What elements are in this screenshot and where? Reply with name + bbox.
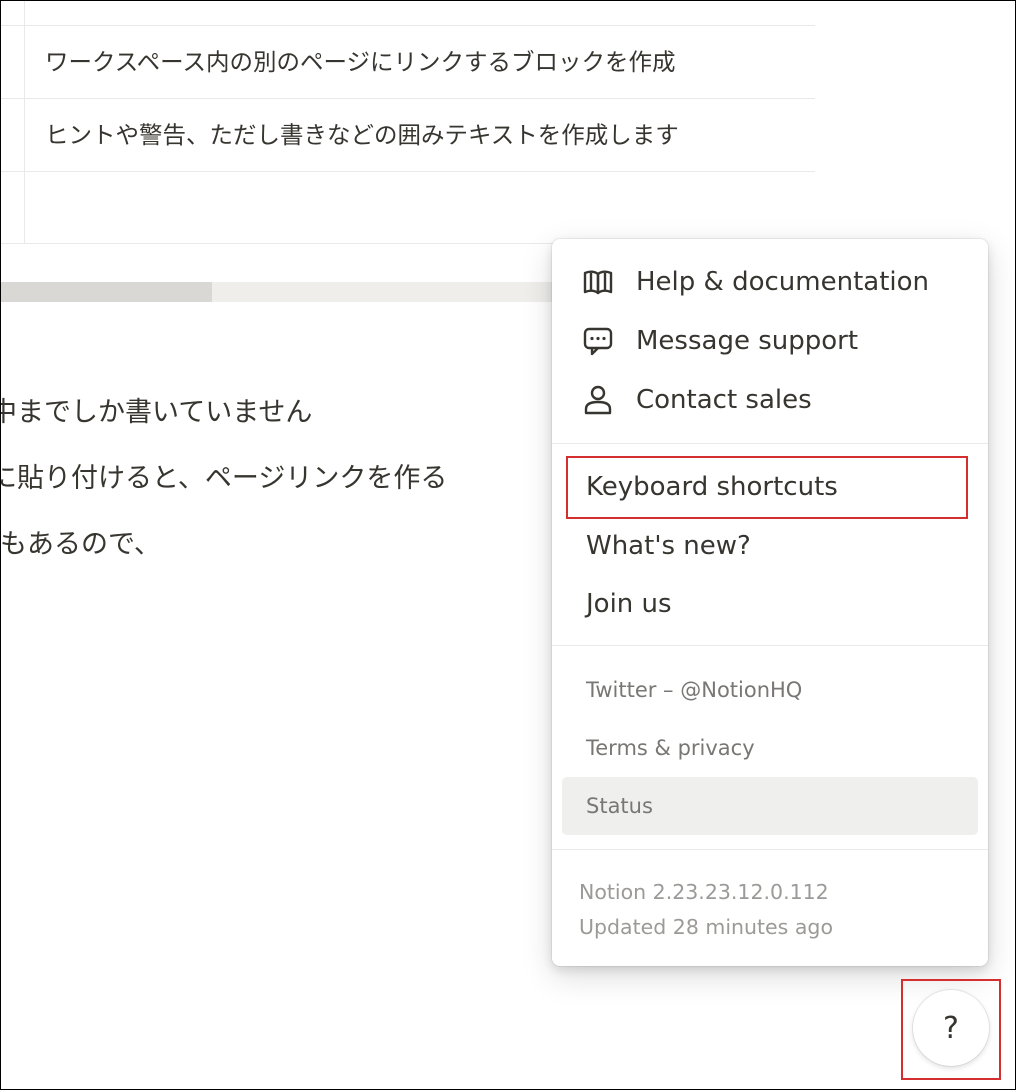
menu-item-terms-privacy[interactable]: Terms & privacy	[562, 720, 978, 776]
horizontal-scrollbar[interactable]	[0, 282, 560, 302]
version-number: Notion 2.23.23.12.0.112	[579, 880, 829, 904]
menu-divider	[552, 443, 988, 444]
scrollbar-thumb[interactable]	[0, 282, 212, 302]
person-icon	[580, 382, 616, 418]
page-body-text: 中までしか書いていません に貼り付けると、ページリンクを作る もあるので、	[0, 370, 552, 590]
book-icon	[580, 264, 616, 300]
menu-item-twitter[interactable]: Twitter – @NotionHQ	[562, 662, 978, 718]
help-button[interactable]: ?	[913, 990, 989, 1066]
table-block: ワークスペース内の別のページにリンクするブロックを作成 ヒントや警告、ただし書き…	[0, 0, 815, 244]
table-cell[interactable]: ワークスペース内の別のページにリンクするブロックを作成	[45, 26, 676, 98]
menu-item-label: Twitter – @NotionHQ	[586, 678, 803, 702]
table-row[interactable]: ワークスペース内の別のページにリンクするブロックを作成	[0, 26, 815, 99]
menu-item-label: Message support	[636, 326, 859, 356]
cell-fade	[765, 26, 815, 98]
cell-fade	[765, 99, 815, 171]
paragraph[interactable]: もあるので、	[0, 522, 161, 561]
menu-item-status[interactable]: Status	[562, 777, 978, 835]
help-menu: Help & documentation Message support Con…	[552, 239, 988, 966]
menu-item-help-documentation[interactable]: Help & documentation	[562, 254, 978, 310]
paragraph[interactable]: 中までしか書いていません	[0, 390, 312, 429]
chat-bubble-icon	[580, 323, 616, 359]
menu-item-whats-new[interactable]: What's new?	[562, 518, 978, 574]
paragraph[interactable]: に貼り付けると、ページリンクを作る	[0, 456, 447, 495]
menu-item-label: Help & documentation	[636, 267, 929, 297]
table-row[interactable]: ヒントや警告、ただし書きなどの囲みテキストを作成します	[0, 99, 815, 172]
menu-item-label: Status	[586, 794, 653, 818]
menu-item-message-support[interactable]: Message support	[562, 313, 978, 369]
menu-item-label: Terms & privacy	[586, 736, 755, 760]
table-row	[0, 0, 815, 26]
table-cell[interactable]: ヒントや警告、ただし書きなどの囲みテキストを作成します	[45, 99, 679, 171]
menu-item-label: Contact sales	[636, 385, 812, 415]
menu-divider	[552, 849, 988, 850]
version-info: Notion 2.23.23.12.0.112 Updated 28 minut…	[579, 875, 833, 945]
question-mark-icon: ?	[943, 1010, 959, 1046]
last-updated: Updated 28 minutes ago	[579, 915, 833, 939]
menu-divider	[552, 645, 988, 646]
menu-item-label: Keyboard shortcuts	[586, 472, 838, 502]
menu-item-label: Join us	[586, 589, 672, 619]
menu-item-join-us[interactable]: Join us	[562, 576, 978, 632]
menu-item-keyboard-shortcuts[interactable]: Keyboard shortcuts	[562, 459, 978, 515]
menu-item-label: What's new?	[586, 531, 751, 561]
menu-item-contact-sales[interactable]: Contact sales	[562, 372, 978, 428]
